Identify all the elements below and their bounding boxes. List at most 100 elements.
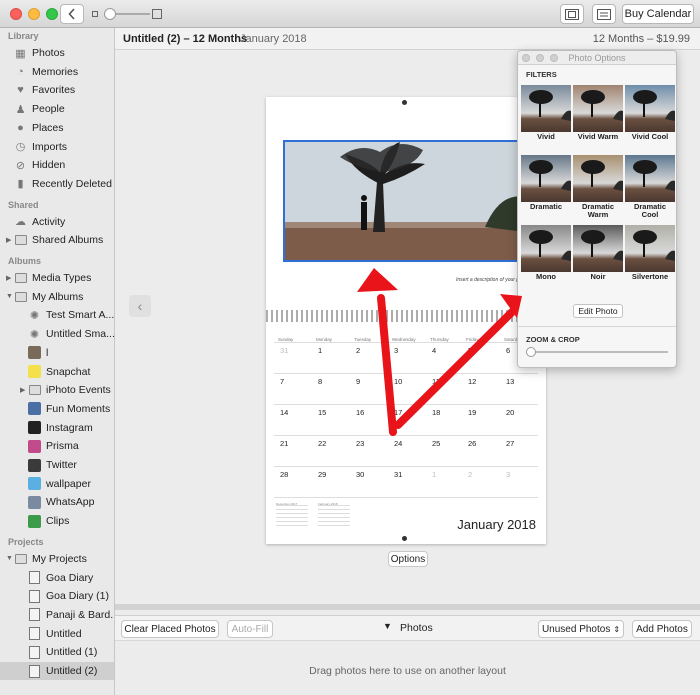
calendar-day[interactable]: 9	[356, 377, 360, 386]
filter-dramatic-warm[interactable]: Dramatic Warm	[573, 155, 623, 219]
calendar-day[interactable]: 25	[432, 439, 440, 448]
sidebar-item-people[interactable]: ♟ People	[0, 100, 114, 118]
calendar-day[interactable]: 3	[394, 346, 398, 355]
filter-noir[interactable]: Noir	[573, 225, 623, 289]
filter-vivid-cool[interactable]: Vivid Cool	[625, 85, 675, 149]
disclosure-triangle-icon[interactable]: ▶	[20, 386, 25, 394]
sidebar-item-favorites[interactable]: ♥ Favorites	[0, 81, 114, 99]
auto-fill-button[interactable]: Auto-Fill	[227, 620, 273, 638]
sidebar-item-hidden[interactable]: ⊘ Hidden	[0, 156, 114, 174]
calendar-day[interactable]: 1	[432, 470, 436, 479]
calendar-day[interactable]: 13	[506, 377, 514, 386]
sidebar-item-fun-moments[interactable]: Fun Moments	[0, 400, 114, 418]
sidebar-item-wallpaper[interactable]: wallpaper	[0, 475, 114, 493]
zoom-window-button[interactable]	[46, 8, 58, 20]
clear-placed-photos-button[interactable]: Clear Placed Photos	[121, 620, 219, 638]
calendar-day[interactable]: 14	[280, 408, 288, 417]
sidebar-item-my-albums[interactable]: ▼ My Albums	[0, 288, 114, 306]
options-button[interactable]: Options	[388, 551, 428, 567]
sidebar-item-untitled-1[interactable]: Untitled (1)	[0, 643, 114, 661]
close-window-button[interactable]	[10, 8, 22, 20]
calendar-day[interactable]: 20	[506, 408, 514, 417]
calendar-day[interactable]: 11	[432, 377, 440, 386]
filter-dramatic[interactable]: Dramatic	[521, 155, 571, 219]
sidebar-item-photos[interactable]: ▦ Photos	[0, 44, 114, 62]
panel-close-button[interactable]	[522, 54, 530, 62]
calendar-day[interactable]: 8	[318, 377, 322, 386]
disclosure-triangle-icon[interactable]: ▶	[6, 274, 11, 282]
filter-mono[interactable]: Mono	[521, 225, 571, 289]
photos-drop-area[interactable]: Drag photos here to use on another layou…	[115, 641, 700, 695]
sidebar-item-test-smart-a[interactable]: ✺ Test Smart A...	[0, 306, 114, 324]
zoom-slider-thumb[interactable]	[104, 8, 116, 20]
sidebar-item-memories[interactable]: ◔ Memories	[0, 63, 114, 81]
sidebar-item-twitter[interactable]: Twitter	[0, 456, 114, 474]
calendar-day[interactable]: 6	[506, 346, 510, 355]
calendar-day[interactable]: 26	[468, 439, 476, 448]
calendar-day[interactable]: 12	[468, 377, 476, 386]
sidebar-item-goa-diary[interactable]: Goa Diary	[0, 569, 114, 587]
filter-dramatic-cool[interactable]: Dramatic Cool	[625, 155, 675, 219]
sidebar-item-instagram[interactable]: Instagram	[0, 419, 114, 437]
buy-calendar-button[interactable]: Buy Calendar	[622, 4, 694, 24]
disclosure-triangle-icon[interactable]: ▼	[6, 293, 13, 300]
calendar-day[interactable]: 24	[394, 439, 402, 448]
sidebar-item-panaji-bard[interactable]: Panaji & Bard...	[0, 606, 114, 624]
calendar-day[interactable]: 2	[356, 346, 360, 355]
info-button[interactable]	[592, 4, 616, 24]
horizontal-scrollbar[interactable]	[115, 604, 700, 610]
sidebar-item-shared-albums[interactable]: ▶ Shared Albums	[0, 231, 114, 249]
sidebar-item-prisma[interactable]: Prisma	[0, 437, 114, 455]
sidebar-item-imports[interactable]: ◷ Imports	[0, 138, 114, 156]
sidebar-item-my-projects[interactable]: ▼ My Projects	[0, 550, 114, 568]
edit-photo-button[interactable]: Edit Photo	[573, 304, 623, 318]
sidebar-item-iphoto-events[interactable]: ▶ iPhoto Events	[0, 381, 114, 399]
calendar-day[interactable]: 1	[318, 346, 322, 355]
disclosure-triangle-icon[interactable]: ▶	[6, 236, 11, 244]
calendar-day[interactable]: 28	[280, 470, 288, 479]
sidebar-item-untitled[interactable]: Untitled	[0, 625, 114, 643]
back-button[interactable]	[60, 4, 84, 24]
calendar-day[interactable]: 4	[432, 346, 436, 355]
calendar-day[interactable]: 23	[356, 439, 364, 448]
calendar-day[interactable]: 16	[356, 408, 364, 417]
filter-silvertone[interactable]: Silvertone	[625, 225, 675, 289]
calendar-day[interactable]: 3	[506, 470, 510, 479]
layout-button[interactable]	[560, 4, 584, 24]
sidebar-item-untitled-sma[interactable]: ✺ Untitled Sma...	[0, 325, 114, 343]
panel-zoom-button[interactable]	[550, 54, 558, 62]
calendar-day[interactable]: 19	[468, 408, 476, 417]
calendar-day[interactable]: 7	[280, 377, 284, 386]
calendar-day[interactable]: 10	[394, 377, 402, 386]
sidebar-item-snapchat[interactable]: Snapchat	[0, 363, 114, 381]
zoom-slider[interactable]	[92, 8, 162, 20]
sidebar-item-clips[interactable]: Clips	[0, 512, 114, 530]
calendar-day[interactable]: 30	[356, 470, 364, 479]
panel-minimize-button[interactable]	[536, 54, 544, 62]
unused-photos-select[interactable]: Unused Photos ⇕	[538, 620, 624, 638]
sidebar-item-whatsapp[interactable]: WhatsApp	[0, 493, 114, 511]
calendar-day[interactable]: 15	[318, 408, 326, 417]
calendar-day[interactable]: 18	[432, 408, 440, 417]
previous-page-button[interactable]: ‹	[129, 295, 151, 317]
sidebar-item-untitled-2[interactable]: Untitled (2)	[0, 662, 114, 680]
disclosure-triangle-icon[interactable]: ▼	[6, 555, 13, 562]
sidebar-item-activity[interactable]: ☁ Activity	[0, 213, 114, 231]
filter-vivid[interactable]: Vivid	[521, 85, 571, 149]
calendar-day[interactable]: 2	[468, 470, 472, 479]
chevron-down-icon[interactable]: ▼	[383, 621, 392, 631]
calendar-day[interactable]: 21	[280, 439, 288, 448]
add-photos-button[interactable]: Add Photos	[632, 620, 692, 638]
calendar-day[interactable]: 5	[468, 346, 472, 355]
calendar-day[interactable]: 27	[506, 439, 514, 448]
minimize-window-button[interactable]	[28, 8, 40, 20]
calendar-day[interactable]: 31	[280, 346, 288, 355]
sidebar-item-l[interactable]: l	[0, 344, 114, 362]
zoom-crop-slider[interactable]	[526, 347, 536, 357]
calendar-day[interactable]: 17	[394, 408, 402, 417]
sidebar-item-goa-diary-1[interactable]: Goa Diary (1)	[0, 587, 114, 605]
filter-vivid-warm[interactable]: Vivid Warm	[573, 85, 623, 149]
calendar-day[interactable]: 22	[318, 439, 326, 448]
sidebar-item-media-types[interactable]: ▶ Media Types	[0, 269, 114, 287]
calendar-day[interactable]: 31	[394, 470, 402, 479]
